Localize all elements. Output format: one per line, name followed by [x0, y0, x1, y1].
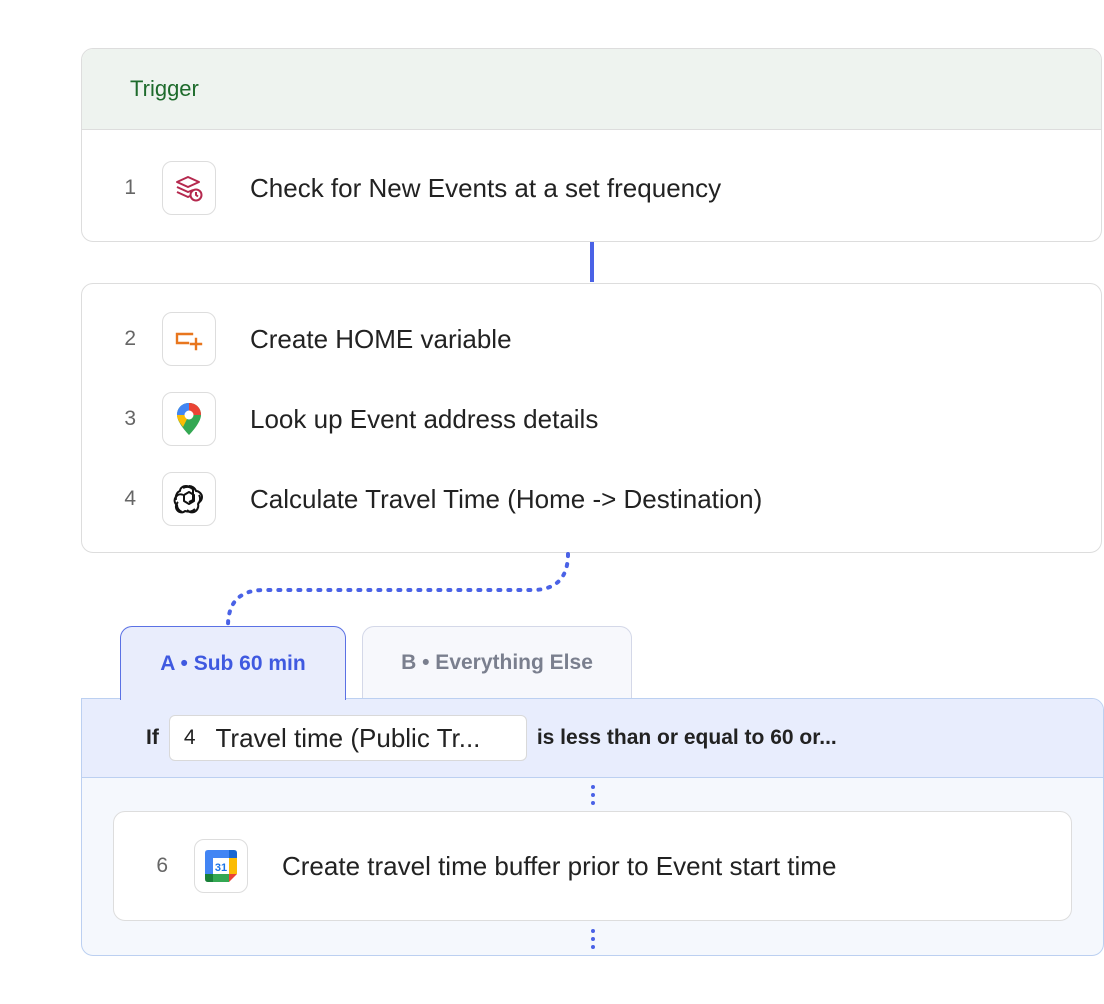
tab-path-a[interactable]: A • Sub 60 min	[120, 626, 346, 700]
branch-connector	[226, 552, 570, 628]
connector-dots	[591, 929, 595, 949]
google-calendar-icon: 31	[194, 839, 248, 893]
step-number: 6	[156, 854, 168, 877]
svg-text:31: 31	[215, 862, 227, 874]
condition-row[interactable]: If 4 Travel time (Public Tr... is less t…	[82, 699, 1103, 778]
connector-dots	[591, 785, 595, 805]
branch-panel: If 4 Travel time (Public Tr... is less t…	[81, 698, 1104, 956]
field-step-number: 4	[183, 726, 196, 749]
step-6[interactable]: 6 31 Create travel time buffer prior to …	[114, 838, 1071, 894]
condition-field-pill[interactable]: 4 Travel time (Public Tr...	[168, 715, 527, 761]
field-label: Travel time (Public Tr...	[215, 722, 481, 753]
condition-rule-text: is less than or equal to 60 or...	[536, 726, 837, 749]
condition-if-label: If	[146, 726, 159, 749]
path-step-card: 6 31 Create travel time buffer prior to …	[113, 811, 1072, 921]
step-label: Create travel time buffer prior to Event…	[282, 850, 837, 881]
tab-path-b[interactable]: B • Everything Else	[362, 626, 632, 698]
